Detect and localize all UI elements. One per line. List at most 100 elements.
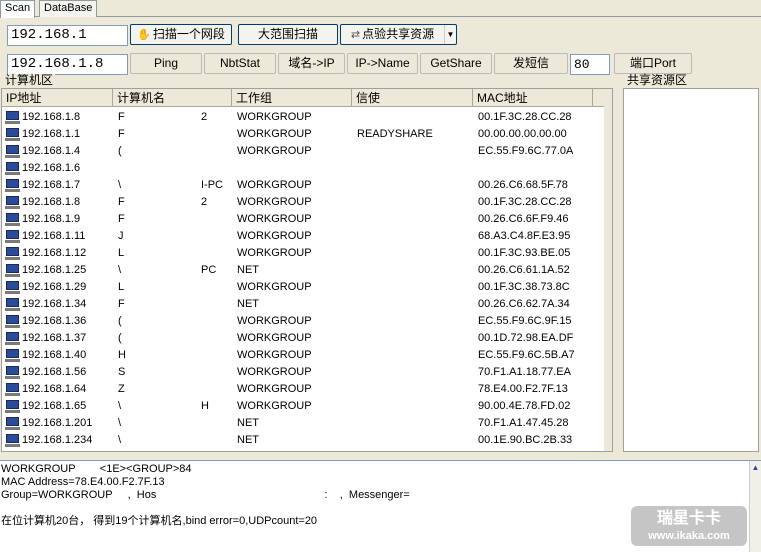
row-mac: 00.26.C6.61.1A.52 [478,264,570,276]
nbtstat-button[interactable]: NbtStat [204,53,276,74]
ip-segment-input[interactable]: 192.168.1 [7,25,128,46]
row-computer-name-suffix: PC [201,264,217,276]
row-ip: 192.168.1.37 [22,332,87,344]
row-computer-name-suffix: H [201,400,209,412]
row-ip: 192.168.1.65 [22,400,87,412]
row-computer-name: S [118,366,126,378]
row-mac: 00.1F.3C.28.CC.28 [478,111,572,123]
computer-icon [5,332,20,345]
column-mac[interactable]: MAC地址 [473,89,593,107]
row-computer-name-suffix: 2 [201,196,208,208]
row-ip: 192.168.1.40 [22,349,87,361]
table-row[interactable]: 192.168.1.7 \ I-PC WORKGROUP 00.26.C6.68.5F.… [2,177,612,194]
row-computer-name: F [118,128,125,140]
computer-icon [5,145,20,158]
row-workgroup: WORKGROUP [237,111,312,123]
table-row[interactable]: 192.168.1.234 \ NET 00.1E.90.BC.2B.33 [2,432,612,449]
row-mac: EC.55.F9.6C.9F.15 [478,315,572,327]
table-row[interactable]: 192.168.1.65 \ H WORKGROUP 90.00.4E.78.FD.02 [2,398,612,415]
table-row[interactable]: 192.168.1.56 S WORKGROUP 70.F1.A1.18.77.EA [2,364,612,381]
log-output[interactable]: WORKGROUP <1E><GROUP>84 MAC Address=78.E… [0,460,761,552]
wide-scan-label: 大范围扫描 [257,27,318,41]
row-ip: 192.168.1.64 [22,383,87,395]
ip-to-name-button[interactable]: IP->Name [347,53,418,74]
row-mac: 00.1F.3C.93.BE.05 [478,247,571,259]
row-mac: 00.1D.72.98.EA.DF [478,332,574,344]
domain-to-ip-button[interactable]: 域名->IP [278,53,345,74]
computer-icon [5,349,20,362]
log-scrollbar[interactable]: ▲ [749,461,761,552]
row-ip: 192.168.1.234 [22,434,93,446]
tab-database[interactable]: DataBase [39,0,98,17]
row-ip: 192.168.1.4 [22,145,81,157]
column-messenger[interactable]: 信使 [352,89,473,107]
table-row[interactable]: 192.168.1.34 F NET 00.26.C6.62.7A.34 [2,296,612,313]
ping-button[interactable]: Ping [130,53,202,74]
port-input[interactable]: 80 [570,54,610,75]
computer-icon [5,162,20,175]
table-row[interactable]: 192.168.1.40 H WORKGROUP EC.55.F9.6C.5B.A7 [2,347,612,364]
computer-icon [5,247,20,260]
scroll-up-icon[interactable]: ▲ [750,461,761,475]
row-ip: 192.168.1.11 [22,230,86,242]
row-ip: 192.168.1.1 [22,128,81,140]
table-row[interactable]: 192.168.1.4 (WORKGROUP EC.55.F9.6C.77.0A [2,143,612,160]
row-ip: 192.168.1.9 [22,213,81,225]
network-share-icon: ⇄ [350,29,361,41]
row-ip: 192.168.1.29 [22,281,87,293]
scan-segment-button[interactable]: ✋ 扫描一个网段 [130,24,232,45]
row-mac: 00.1F.3C.28.CC.28 [478,196,572,208]
wide-scan-button[interactable]: 大范围扫描 [238,24,338,45]
row-workgroup: WORKGROUP [237,383,312,395]
table-row[interactable]: 192.168.1.64 Z WORKGROUP 78.E4.00.F2.7F.13 [2,381,612,398]
computer-icon [5,196,20,209]
tab-bar: Scan DataBase [0,0,761,18]
table-row[interactable]: 192.168.1.8 F 2 WORKGROUP 00.1F.3C.28.CC.28 [2,109,612,126]
computer-icon [5,298,20,311]
table-row[interactable]: 192.168.1.11 J WORKGROUP 68.A3.C4.8F.E3.95 [2,228,612,245]
getshare-button[interactable]: GetShare [420,53,492,74]
column-ip[interactable]: IP地址 [2,89,113,107]
row-mac: 90.00.4E.78.FD.02 [478,400,571,412]
row-computer-name: \ [118,179,122,191]
computer-icon [5,230,20,243]
column-workgroup[interactable]: 工作组 [232,89,352,107]
row-mac: EC.55.F9.6C.77.0A [478,145,574,157]
row-ip: 192.168.1.25 [22,264,87,276]
row-workgroup: WORKGROUP [237,349,312,361]
share-test-button[interactable]: ⇄ 点验共享资源 ▼ [340,24,457,45]
share-list[interactable] [623,88,759,452]
table-row[interactable]: 192.168.1.6 [2,160,612,177]
column-computer-name[interactable]: 计算机名 [113,89,232,107]
table-row[interactable]: 192.168.1.9 F WORKGROUP 00.26.C6.6F.F9.46 [2,211,612,228]
row-workgroup: WORKGROUP [237,196,312,208]
row-workgroup: WORKGROUP [237,230,312,242]
table-row[interactable]: 192.168.1.25 \ PC NET 00.26.C6.61.1A.52 [2,262,612,279]
table-row[interactable]: 192.168.1.12 L WORKGROUP 00.1F.3C.93.BE.05 [2,245,612,262]
table-row[interactable]: 192.168.1.201 \ NET 70.F1.A1.47.45.28 [2,415,612,432]
computer-icon [5,213,20,226]
row-computer-name: L [118,247,125,259]
row-ip: 192.168.1.56 [22,366,87,378]
port-button[interactable]: 端口Port [614,53,692,74]
table-row[interactable]: 192.168.1.1 F WORKGROUP READYSHARE 00.00.00.… [2,126,612,143]
row-computer-name-suffix: I-PC [201,179,223,191]
table-row[interactable]: 192.168.1.37 (WORKGROUP 00.1D.72.98.EA.DF [2,330,612,347]
computer-list-scrollbar[interactable] [604,89,612,451]
row-ip: 192.168.1.36 [22,315,87,327]
table-row[interactable]: 192.168.1.29 L WORKGROUP 00.1F.3C.38.73.8C [2,279,612,296]
tab-scan[interactable]: Scan [0,0,36,18]
table-row[interactable]: 192.168.1.8 F 2 WORKGROUP 00.1F.3C.28.CC.28 [2,194,612,211]
row-computer-name: ( [118,315,122,327]
sms-button[interactable]: 发短信 [494,53,568,74]
target-ip-input[interactable]: 192.168.1.8 [7,54,128,75]
computer-list[interactable]: IP地址 计算机名 工作组 信使 MAC地址 192.168.1.8 F 2 WORK… [1,88,613,452]
row-computer-name: ( [118,332,122,344]
chevron-down-icon[interactable]: ▼ [444,25,456,44]
table-row[interactable]: 192.168.1.36 (WORKGROUP EC.55.F9.6C.9F.15 [2,313,612,330]
watermark-logo: 瑞星卡卡 www.ikaka.com [631,506,747,546]
row-ip: 192.168.1.201 [22,417,93,429]
row-ip: 192.168.1.12 [22,247,87,259]
row-mac: 00.26.C6.6F.F9.46 [478,213,569,225]
row-computer-name: ( [118,145,122,157]
